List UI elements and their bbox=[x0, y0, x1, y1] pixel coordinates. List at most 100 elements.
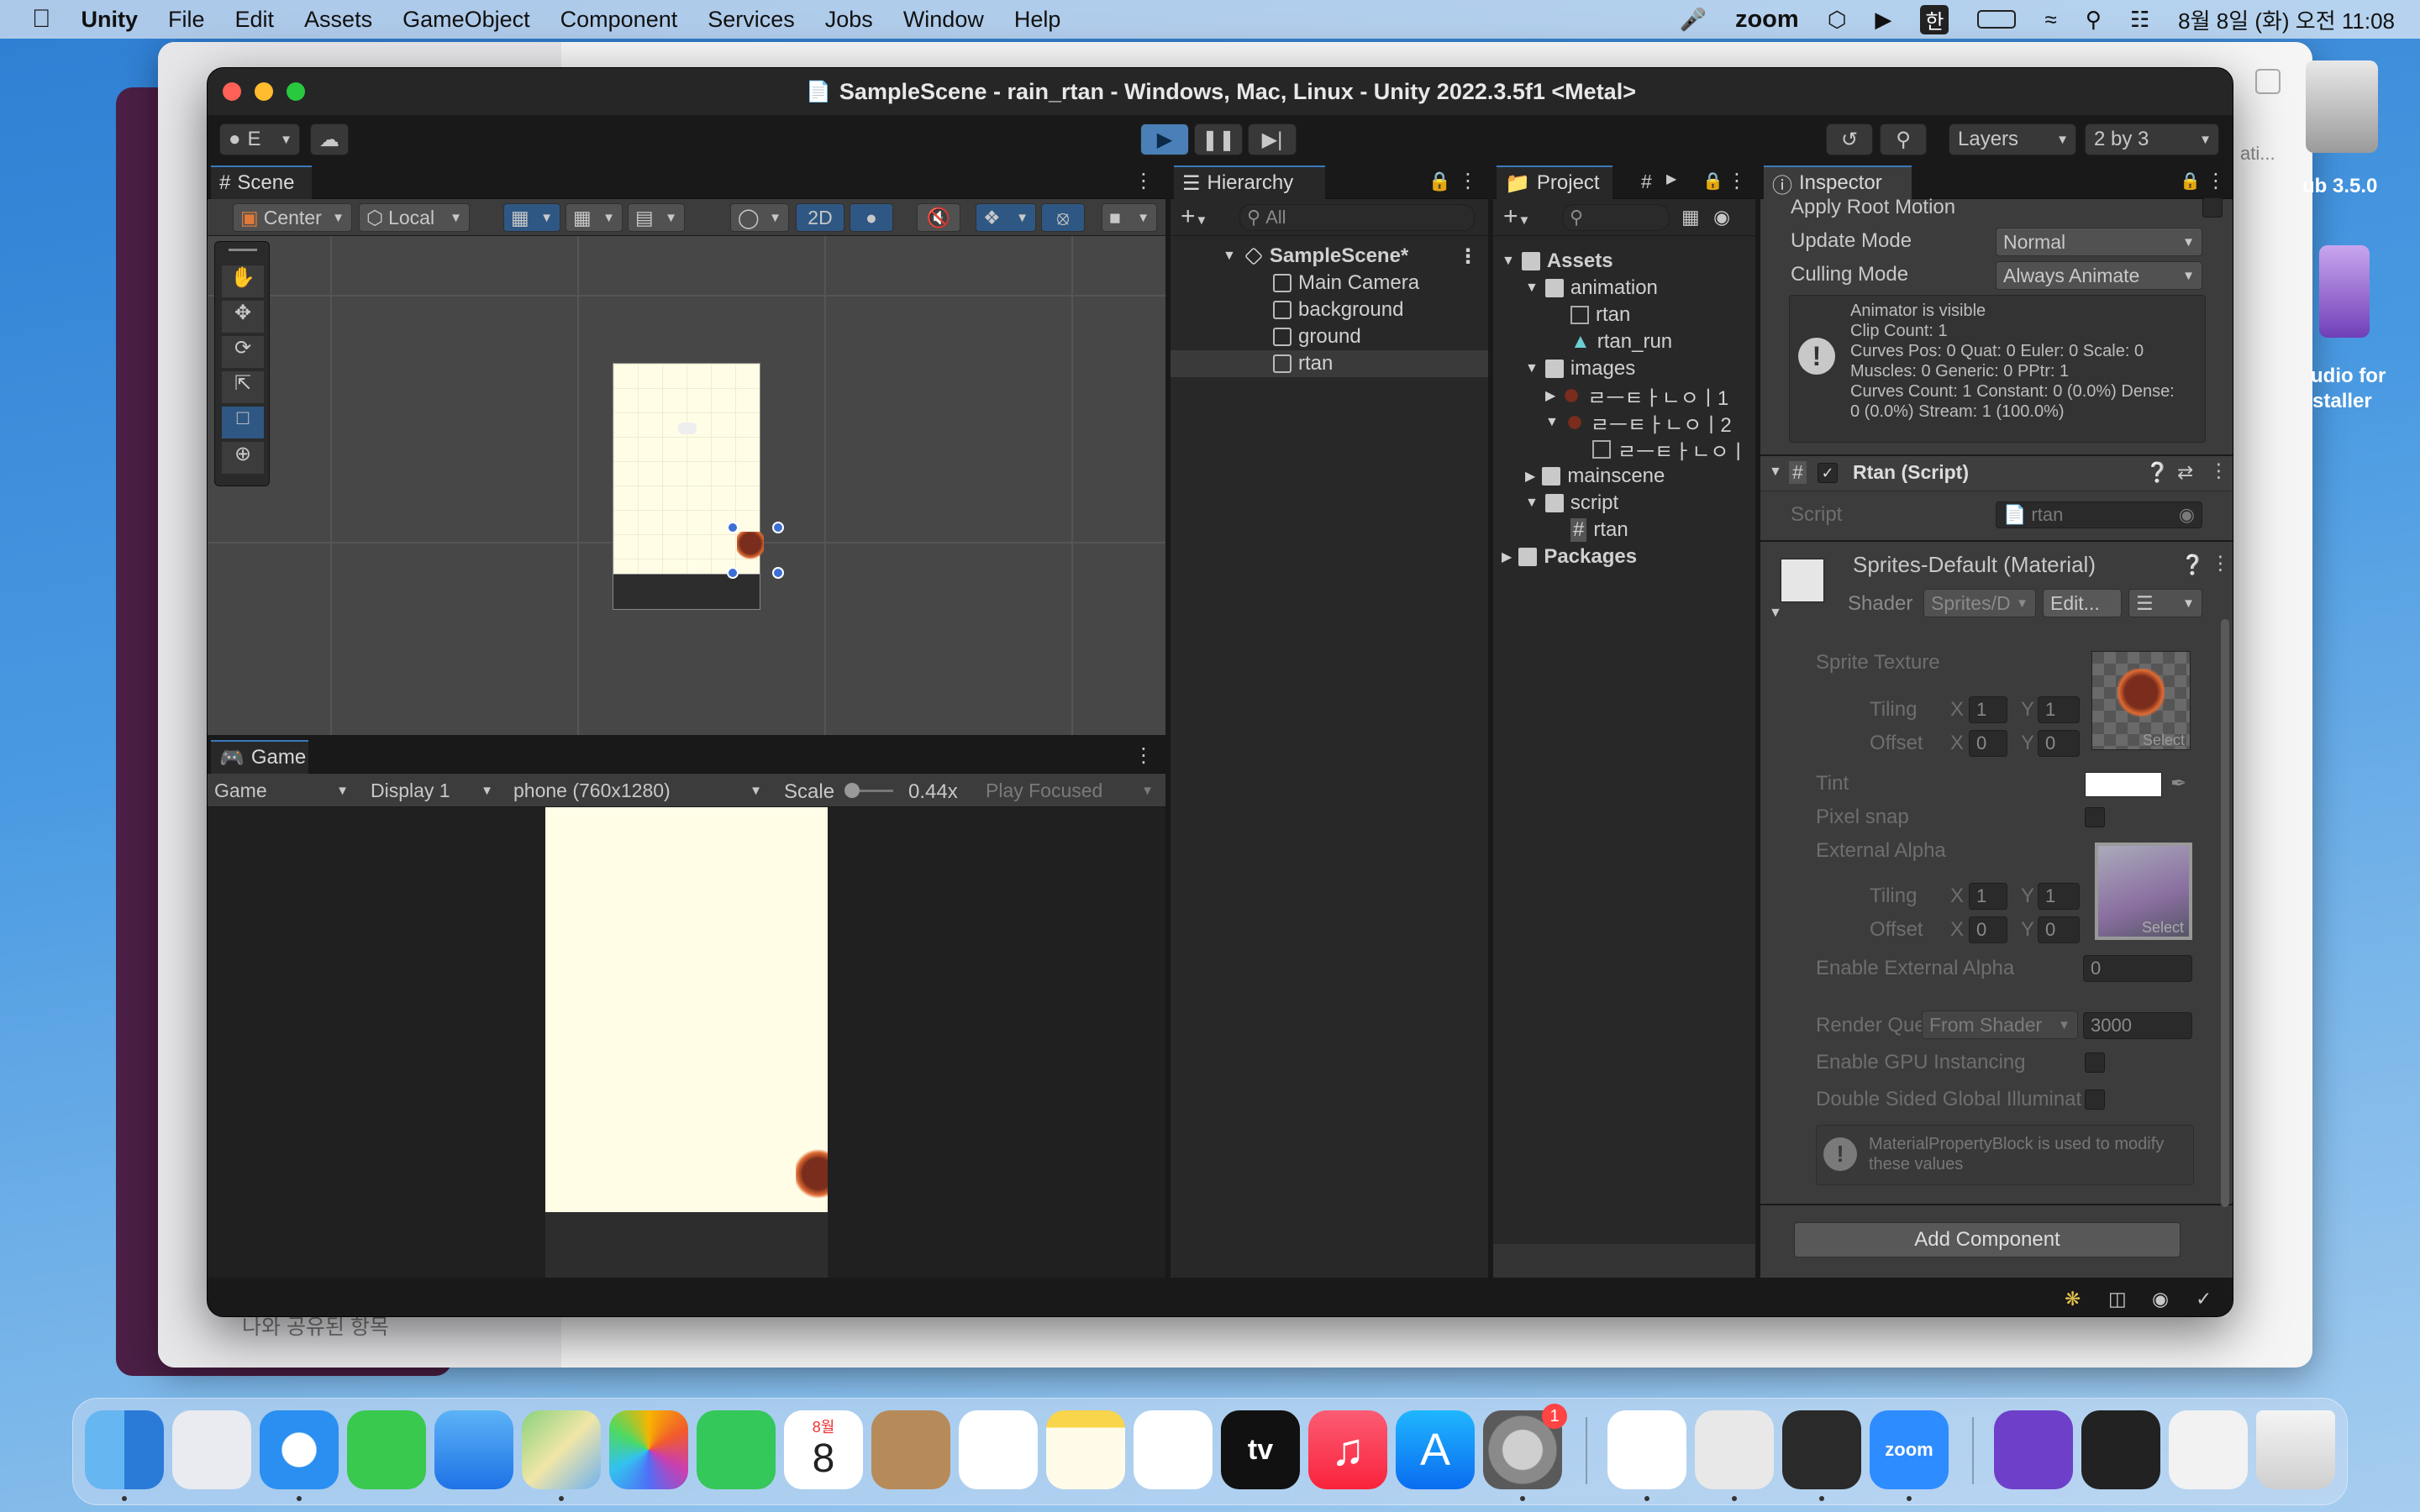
menu-file[interactable]: File bbox=[153, 7, 220, 33]
script-object-field[interactable]: 📄 rtan ◉ bbox=[1996, 501, 2202, 528]
play-button[interactable]: ▶ bbox=[1140, 123, 1189, 155]
close-window-button[interactable] bbox=[223, 82, 241, 101]
draw-mode-dropdown[interactable]: ◯ ▼ bbox=[730, 203, 789, 232]
add-component-button[interactable]: Add Component bbox=[1794, 1222, 2181, 1257]
transform-tool-button[interactable]: ⊕ bbox=[222, 442, 264, 474]
pivot-center-dropdown[interactable]: ▣ Center ▼ bbox=[233, 203, 352, 232]
cloud-button[interactable]: ☁ bbox=[310, 123, 349, 155]
debug-icon[interactable]: ◉ bbox=[2152, 1288, 2169, 1310]
project-search-input[interactable]: ⚲ bbox=[1562, 204, 1670, 231]
move-tool-button[interactable]: ✥ bbox=[222, 301, 264, 333]
help-icon[interactable]: ❔ bbox=[2145, 461, 2170, 484]
unity-hub-icon[interactable] bbox=[1695, 1410, 1774, 1489]
more-options-icon[interactable]: ⋮ bbox=[1458, 244, 1478, 269]
music-icon[interactable]: ♫ bbox=[1308, 1410, 1387, 1489]
apple-icon[interactable]:  bbox=[0, 5, 66, 34]
undo-history-button[interactable]: ↺ bbox=[1826, 123, 1873, 155]
lock-icon[interactable]: 🔒 bbox=[2180, 171, 2201, 192]
culling-mode-dropdown[interactable]: Always Animate ▼ bbox=[1996, 261, 2202, 290]
calendar-icon[interactable]: 8월 8 bbox=[784, 1410, 863, 1489]
menubar-datetime[interactable]: 8월 8일 (화) 오전 11:08 bbox=[2178, 4, 2395, 35]
project-folder-script[interactable]: ▼ script bbox=[1493, 490, 1755, 517]
collapse-triangle-icon[interactable]: ▼ bbox=[1769, 465, 1782, 480]
mail-icon[interactable] bbox=[434, 1410, 513, 1489]
scene-viewport[interactable]: ✋ ✥ ⟳ ⇱ □ ⊕ bbox=[208, 236, 1165, 735]
grid-visibility-button[interactable]: ▦ ▼ bbox=[566, 203, 623, 232]
unity-editor-icon[interactable] bbox=[1782, 1410, 1861, 1489]
script-component-header[interactable]: ▼ # ✓ Rtan (Script) ❔ ⇄ ⋮ bbox=[1760, 456, 2233, 491]
microphone-off-icon[interactable]: 🎤 bbox=[1680, 7, 1707, 33]
input-method-badge[interactable]: 한 bbox=[1920, 4, 1949, 34]
scale-tool-button[interactable]: ⇱ bbox=[222, 371, 264, 403]
more-options-icon[interactable]: ⋮ bbox=[2209, 459, 2228, 482]
github-desktop-icon[interactable] bbox=[1994, 1410, 2073, 1489]
collapse-triangle-icon[interactable]: ▼ bbox=[1769, 606, 1782, 621]
help-icon[interactable]: ❔ bbox=[2181, 554, 2205, 576]
menu-component[interactable]: Component bbox=[545, 7, 693, 33]
select-label[interactable]: Select bbox=[2142, 919, 2184, 937]
desktop-disk-icon[interactable] bbox=[2306, 60, 2378, 153]
lock-icon[interactable]: 🔒 bbox=[1428, 171, 1451, 192]
tab-project[interactable]: 📁 Project bbox=[1497, 165, 1612, 199]
menu-jobs[interactable]: Jobs bbox=[810, 7, 888, 33]
select-label[interactable]: Select bbox=[2143, 732, 2185, 749]
offset-x-field[interactable]: 0 bbox=[1969, 730, 2007, 757]
zoom-status-label[interactable]: zoom bbox=[1735, 6, 1799, 34]
add-object-button[interactable]: +▼ bbox=[1181, 202, 1207, 231]
maps-icon[interactable] bbox=[522, 1410, 601, 1489]
hierarchy-item[interactable]: Main Camera bbox=[1171, 270, 1488, 297]
tiling2-y-field[interactable]: 1 bbox=[2038, 883, 2080, 910]
more-options-icon[interactable]: ⋮ bbox=[1727, 169, 1747, 193]
notes-icon[interactable] bbox=[1046, 1410, 1125, 1489]
tab-hierarchy[interactable]: ☰ Hierarchy bbox=[1174, 165, 1325, 199]
rtan-sprite-scene[interactable] bbox=[737, 532, 764, 565]
tiling-y-field[interactable]: 1 bbox=[2038, 696, 2080, 723]
account-dropdown[interactable]: ● E ▼ bbox=[219, 123, 300, 155]
menu-edit[interactable]: Edit bbox=[220, 7, 290, 33]
game-view-dropdown[interactable]: Game ▼ bbox=[208, 776, 355, 805]
menu-help[interactable]: Help bbox=[999, 7, 1076, 33]
trash-icon[interactable] bbox=[2256, 1410, 2335, 1489]
menu-assets[interactable]: Assets bbox=[289, 7, 387, 33]
lock-icon[interactable]: 🔒 bbox=[1702, 171, 1723, 192]
control-center-icon[interactable]: ☷ bbox=[2130, 7, 2149, 33]
rect-handle-top-right[interactable] bbox=[772, 522, 784, 533]
project-asset[interactable]: ▲ rtan_run bbox=[1493, 328, 1755, 355]
facetime-icon[interactable] bbox=[697, 1410, 776, 1489]
bug-icon[interactable]: ❋ bbox=[2065, 1288, 2081, 1310]
shader-edit-button[interactable]: Edit... bbox=[2043, 589, 2122, 617]
presets-icon[interactable]: ⇄ bbox=[2177, 461, 2193, 484]
hierarchy-item-selected[interactable]: rtan bbox=[1171, 350, 1488, 377]
grid-snap-button[interactable]: ▦ ▼ bbox=[503, 203, 560, 232]
rotate-tool-button[interactable]: ⟳ bbox=[222, 336, 264, 368]
render-queue-field[interactable]: 3000 bbox=[2083, 1012, 2192, 1039]
launchpad-icon[interactable] bbox=[172, 1410, 251, 1489]
project-asset[interactable]: # rtan bbox=[1493, 517, 1755, 543]
project-folder-mainscene[interactable]: ▶ mainscene bbox=[1493, 463, 1755, 490]
search-by-type-icon[interactable]: ▦ bbox=[1681, 206, 1700, 228]
apply-root-motion-checkbox[interactable] bbox=[2202, 197, 2223, 218]
gpu-instancing-checkbox[interactable] bbox=[2085, 1053, 2105, 1073]
hierarchy-item[interactable]: ground bbox=[1171, 323, 1488, 350]
project-folder-images[interactable]: ▼ images bbox=[1493, 355, 1755, 382]
check-circle-icon[interactable]: ✓ bbox=[2196, 1288, 2212, 1310]
rect-handle-bottom-right[interactable] bbox=[772, 567, 784, 579]
project-folder-animation[interactable]: ▼ animation bbox=[1493, 275, 1755, 302]
tiling2-x-field[interactable]: 1 bbox=[1969, 883, 2007, 910]
more-options-icon[interactable]: ⋮ bbox=[2206, 169, 2226, 193]
script-enabled-checkbox[interactable]: ✓ bbox=[1818, 463, 1838, 483]
pause-button[interactable]: ❚❚ bbox=[1194, 123, 1243, 155]
tab-inspector[interactable]: ⓘ Inspector bbox=[1764, 165, 1912, 199]
search-button[interactable]: ⚲ bbox=[1880, 123, 1927, 155]
apple-tv-icon[interactable]: tv bbox=[1221, 1410, 1300, 1489]
layers-dropdown[interactable]: Layers ▼ bbox=[1949, 123, 2076, 155]
pivot-space-dropdown[interactable]: ⬡ Local ▼ bbox=[359, 203, 470, 232]
layout-dropdown[interactable]: 2 by 3 ▼ bbox=[2085, 123, 2219, 155]
offset2-x-field[interactable]: 0 bbox=[1969, 916, 2007, 943]
search-by-label-icon[interactable]: ◉ bbox=[1713, 206, 1730, 228]
spotlight-search-icon[interactable]: ⚲ bbox=[2086, 7, 2102, 33]
grid-icon[interactable]: # bbox=[1641, 171, 1652, 193]
photos-icon[interactable] bbox=[609, 1410, 688, 1489]
scale-slider-thumb[interactable] bbox=[844, 783, 860, 798]
offset-y-field[interactable]: 0 bbox=[2038, 730, 2080, 757]
